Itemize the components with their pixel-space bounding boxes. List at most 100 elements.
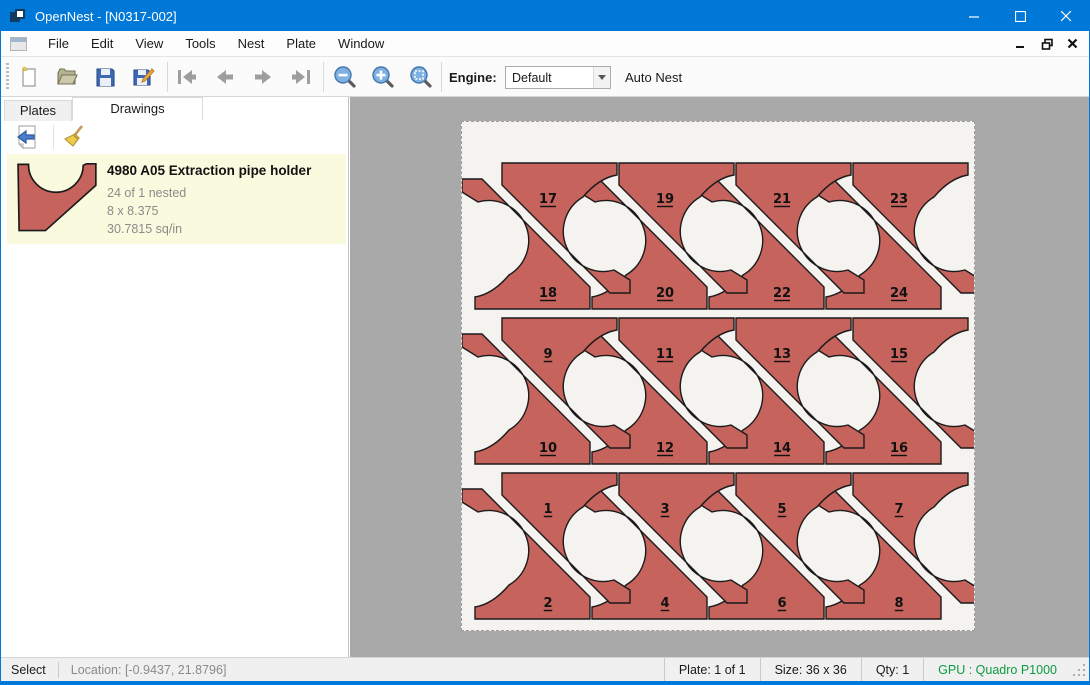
part-number: 15 [890,347,908,362]
status-mode: Select [1,663,58,677]
new-document-icon [17,65,41,89]
nest-canvas[interactable]: 171819202122232491011121314151612345678 [350,97,1089,657]
part-number: 21 [773,192,791,207]
mdi-restore-button[interactable] [1037,34,1057,54]
menu-item-edit[interactable]: Edit [80,32,124,55]
maximize-button[interactable] [997,1,1043,31]
mdi-close-button[interactable] [1063,34,1083,54]
status-location: Location: [-0.9437, 21.8796] [59,663,239,677]
engine-select[interactable]: Default [505,66,611,89]
go-previous-icon [212,65,238,89]
menu-item-file[interactable]: File [37,32,80,55]
part-number: 12 [656,441,674,456]
engine-label: Engine: [449,70,497,85]
status-qty: Qty: 1 [861,658,923,681]
part-number: 20 [656,286,674,301]
minimize-icon [969,11,980,22]
drawing-size: 8 x 8.375 [107,204,158,218]
save-button[interactable] [91,63,119,91]
zoom-fit-button[interactable] [407,63,435,91]
app-icon [10,9,27,24]
part-number: 9 [543,347,552,362]
part-number: 6 [777,596,786,611]
go-last-icon [288,65,314,89]
mdi-document-icon[interactable] [10,37,27,51]
part-number: 2 [543,596,552,611]
part-thumbnail [17,160,99,236]
open-button[interactable] [53,63,81,91]
maximize-icon [1015,11,1026,22]
drawing-list-item[interactable]: 4980 A05 Extraction pipe holder 24 of 1 … [7,154,346,244]
part-number: 16 [890,441,908,456]
go-last-button[interactable] [287,63,315,91]
open-folder-icon [55,65,79,89]
part-number: 4 [660,596,669,611]
chevron-down-icon [598,75,606,80]
menu-bar: File Edit View Tools Nest Plate Window [1,31,1089,57]
panel-toolbar [1,121,348,153]
window-title: OpenNest - [N0317-002] [35,9,177,24]
menu-item-window[interactable]: Window [327,32,395,55]
broom-icon [62,124,88,150]
import-drawing-button[interactable] [11,123,43,151]
go-next-button[interactable] [249,63,277,91]
new-button[interactable] [15,63,43,91]
part-number: 17 [539,192,557,207]
part-number: 24 [890,286,908,301]
app-window: OpenNest - [N0317-002] File Edit View To… [0,0,1090,685]
panel-tabstrip: Plates Drawings [1,97,348,121]
close-button[interactable] [1043,1,1089,31]
save-icon [93,65,117,89]
zoom-in-button[interactable] [369,63,397,91]
part-number: 13 [773,347,791,362]
main-toolbar: Engine: Default Auto Nest [1,57,1089,97]
plate[interactable]: 171819202122232491011121314151612345678 [461,121,975,631]
toolbar-grip[interactable] [6,63,9,91]
status-gpu: GPU : Quadro P1000 [923,658,1071,681]
tab-plates[interactable]: Plates [4,100,72,121]
drawing-nested-count: 24 of 1 nested [107,186,186,200]
mdi-restore-icon [1041,38,1054,51]
zoom-in-icon [370,64,396,90]
window-accent-strip [1,681,1089,684]
drawing-area: 30.7815 sq/in [107,222,182,236]
minimize-button[interactable] [951,1,997,31]
save-as-icon [131,65,155,89]
menu-item-nest[interactable]: Nest [227,32,276,55]
engine-dropdown-button[interactable] [593,67,610,88]
part-number: 7 [894,502,903,517]
part-number: 19 [656,192,674,207]
resize-grip[interactable] [1071,662,1087,678]
go-previous-button[interactable] [211,63,239,91]
import-drawing-icon [14,124,40,150]
part-number: 22 [773,286,791,301]
mdi-minimize-button[interactable] [1011,34,1031,54]
zoom-out-icon [332,64,358,90]
status-bar: Select Location: [-0.9437, 21.8796] Plat… [1,657,1089,681]
menu-item-plate[interactable]: Plate [275,32,327,55]
clear-button[interactable] [59,123,91,151]
close-icon [1061,11,1072,22]
tab-drawings[interactable]: Drawings [72,97,203,121]
part-number: 8 [894,596,903,611]
menu-item-view[interactable]: View [124,32,174,55]
status-size: Size: 36 x 36 [760,658,861,681]
part-number: 23 [890,192,908,207]
zoom-out-button[interactable] [331,63,359,91]
go-first-icon [174,65,200,89]
part-number: 5 [777,502,786,517]
zoom-fit-icon [408,64,434,90]
engine-value: Default [506,71,593,85]
go-first-button[interactable] [173,63,201,91]
part-number: 10 [539,441,557,456]
part-number: 14 [773,441,791,456]
go-next-icon [250,65,276,89]
status-plate: Plate: 1 of 1 [664,658,760,681]
mdi-close-icon [1067,38,1079,50]
auto-nest-button[interactable]: Auto Nest [625,70,682,85]
part-number: 18 [539,286,557,301]
menu-item-tools[interactable]: Tools [174,32,226,55]
drawing-title: 4980 A05 Extraction pipe holder [107,163,311,178]
part-number: 11 [656,347,674,362]
save-as-button[interactable] [129,63,157,91]
